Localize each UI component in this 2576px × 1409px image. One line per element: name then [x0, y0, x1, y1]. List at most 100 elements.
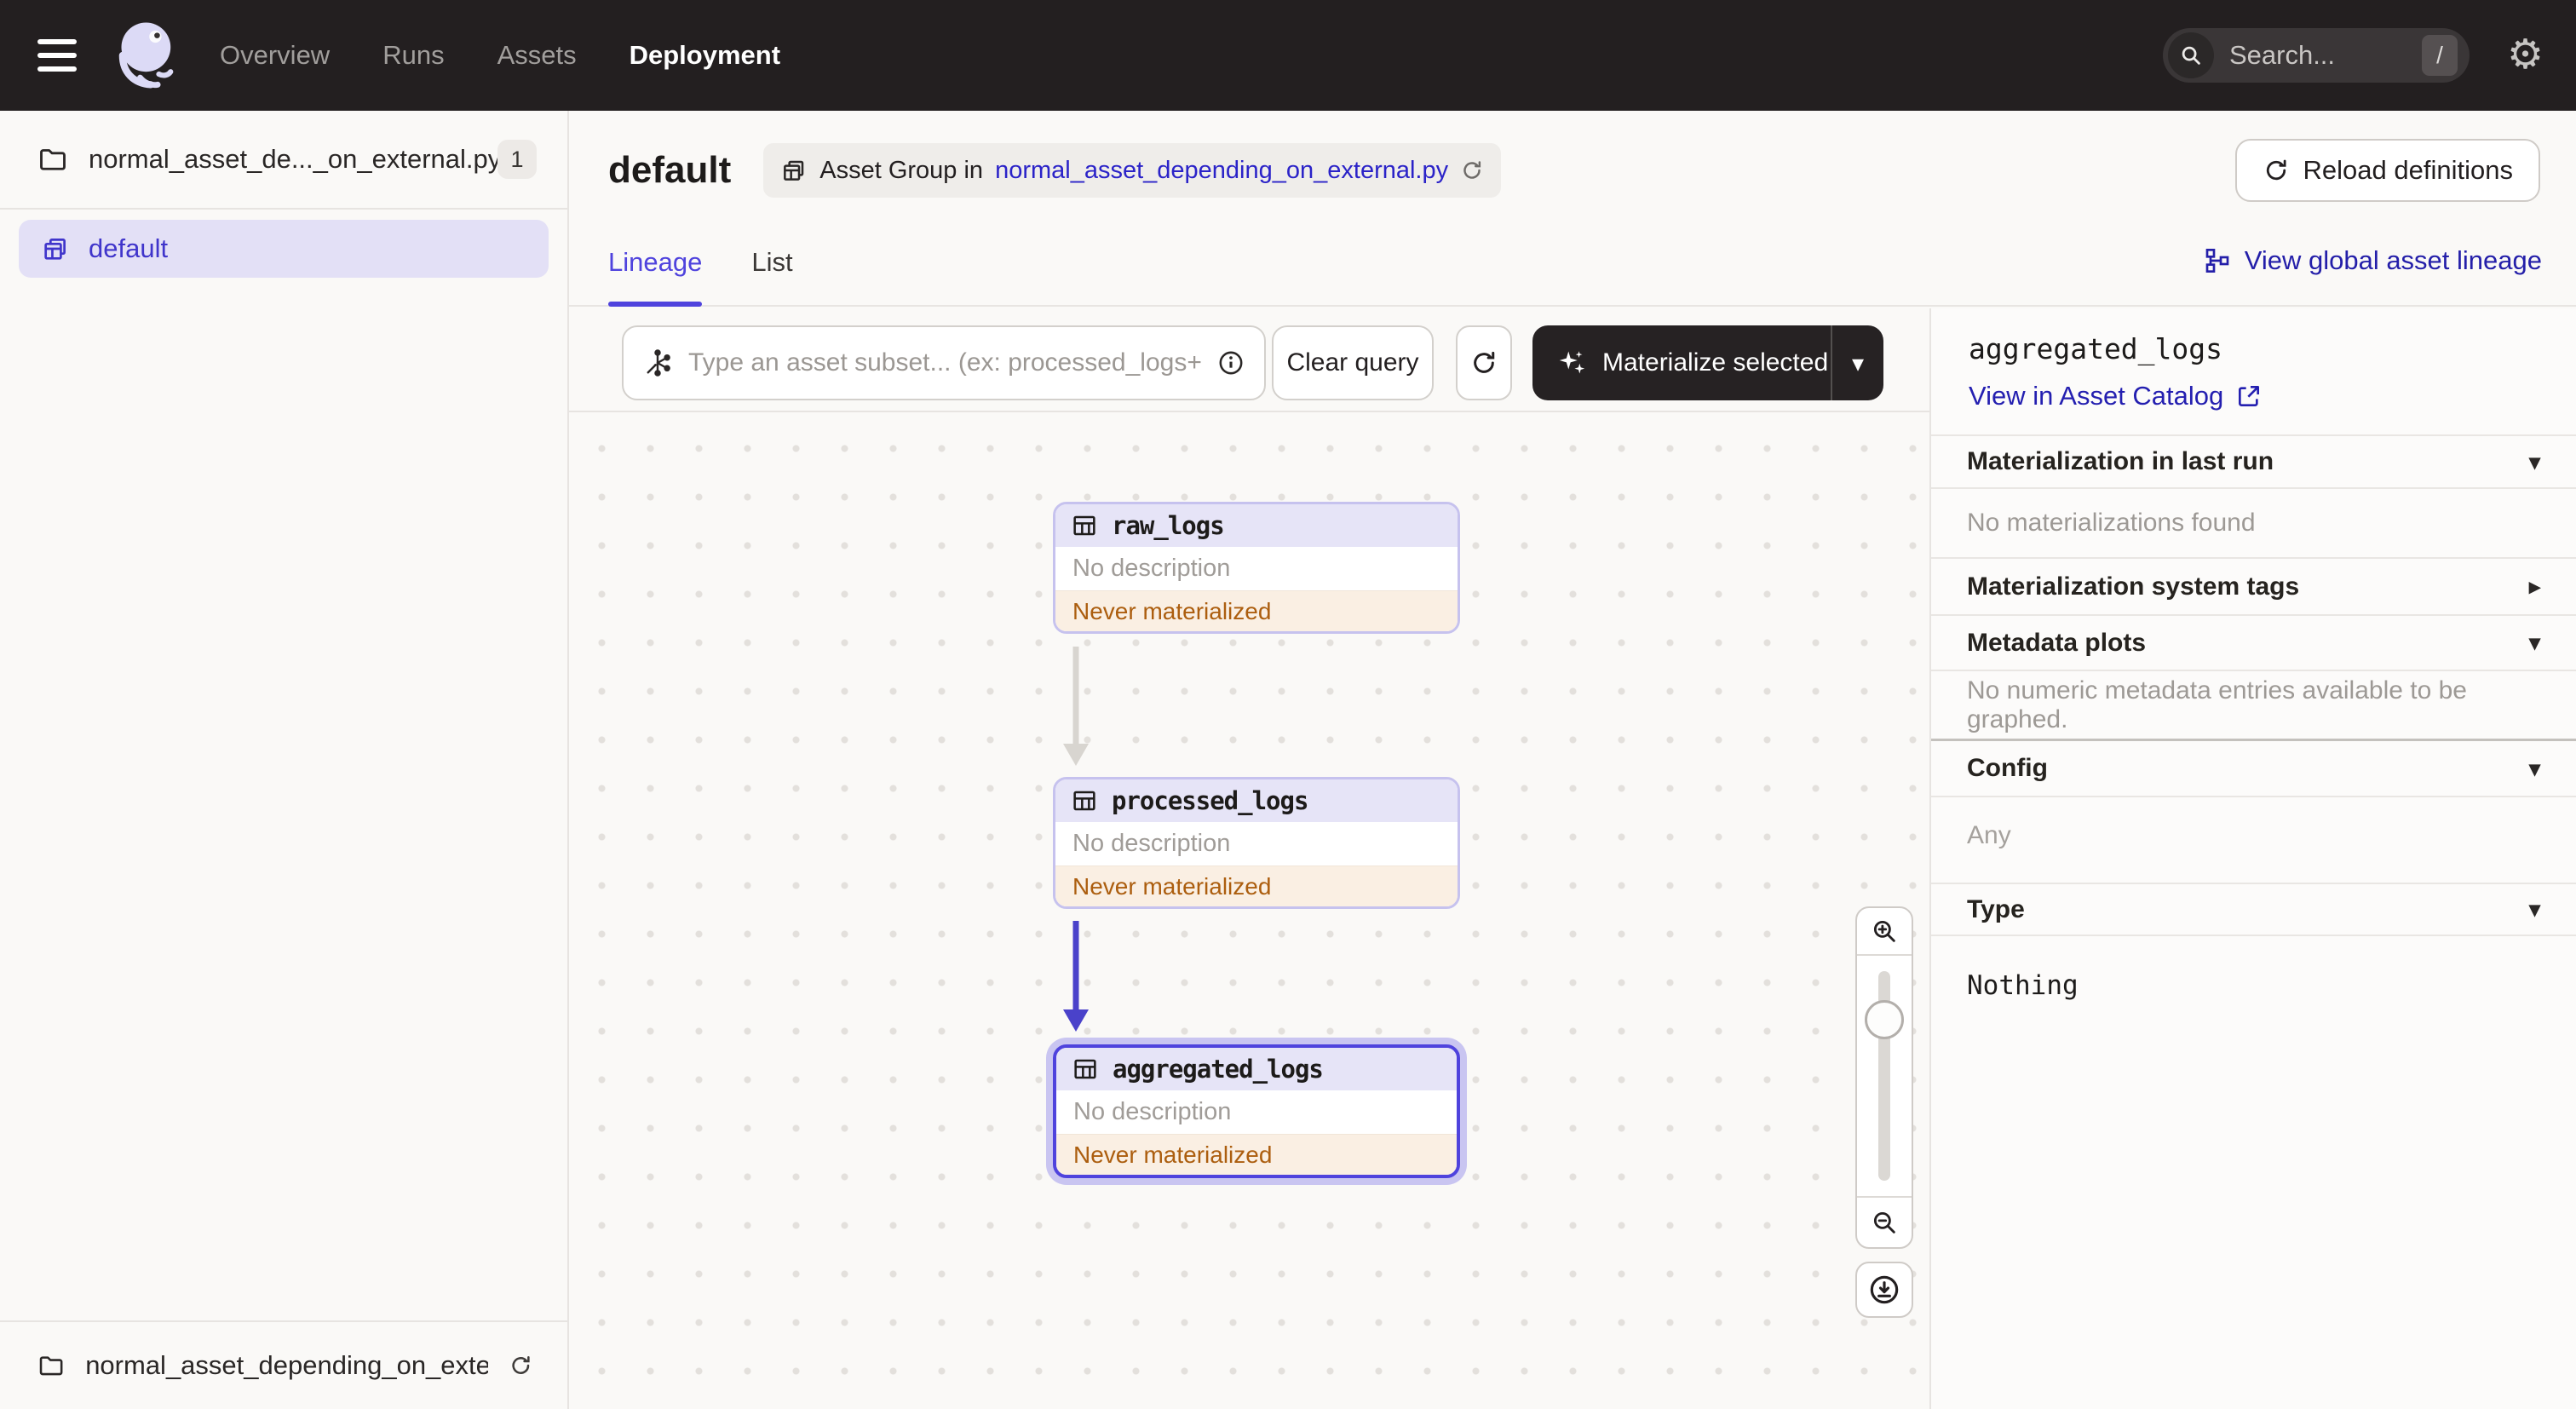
sidebar-repo-row[interactable]: normal_asset_de..._on_external.py 1 — [0, 111, 567, 210]
section-materialization-system-tags[interactable]: Materialization system tags ▸ — [1931, 557, 2576, 614]
type-value: Nothing — [1931, 935, 2576, 1001]
materialize-label: Materialize selected — [1602, 348, 1829, 377]
folder-icon — [40, 149, 66, 170]
info-icon[interactable] — [1216, 348, 1245, 377]
zoom-slider[interactable] — [1857, 956, 1912, 1196]
tab-list[interactable]: List — [751, 230, 792, 305]
global-lineage-label: View global asset lineage — [2244, 245, 2542, 275]
sidebar-item-default[interactable]: default — [19, 220, 549, 278]
reload-definitions-label: Reload definitions — [2303, 155, 2513, 185]
primary-nav: Overview Runs Assets Deployment — [220, 40, 780, 71]
nav-item-overview[interactable]: Overview — [220, 40, 330, 71]
tabs-row: Lineage List View global asset lineage — [569, 230, 2576, 307]
top-nav: Overview Runs Assets Deployment / ⚙ — [0, 0, 2576, 111]
config-value: Any — [1931, 796, 2576, 883]
reload-definitions-button[interactable]: Reload definitions — [2234, 139, 2540, 202]
asset-node-header: processed_logs — [1055, 779, 1458, 822]
section-label: Config — [1967, 754, 2048, 782]
no-materializations-text: No materializations found — [1931, 487, 2576, 557]
footer-repo-name: normal_asset_depending_on_extern... — [85, 1350, 489, 1380]
dagster-logo — [118, 22, 174, 89]
chip-prefix: Asset Group in — [819, 156, 984, 184]
zoom-in-button[interactable] — [1857, 908, 1912, 956]
nav-item-deployment[interactable]: Deployment — [630, 40, 780, 71]
repo-count-badge: 1 — [497, 140, 537, 179]
asset-node-description: No description — [1072, 830, 1231, 857]
graph-toolbar: Clear query Materialize selected ▾ — [569, 308, 1929, 412]
gear-icon[interactable]: ⚙ — [2507, 35, 2544, 76]
zoom-out-icon — [1873, 1211, 1895, 1234]
search-input[interactable] — [2228, 40, 2422, 71]
menu-icon[interactable] — [37, 39, 77, 72]
lineage-canvas[interactable]: raw_logs No description Never materializ… — [569, 414, 1929, 1409]
materialize-selected-button[interactable]: Materialize selected ▾ — [1532, 325, 1883, 400]
asset-node-header: aggregated_logs — [1056, 1048, 1457, 1090]
asset-query-box — [622, 325, 1266, 400]
section-config[interactable]: Config ▾ — [1931, 739, 2576, 796]
asset-node-name: processed_logs — [1112, 786, 1308, 815]
asset-details-panel: aggregated_logs View in Asset Catalog Ma… — [1931, 308, 2576, 1409]
chevron-down-icon: ▾ — [2528, 630, 2540, 655]
folder-icon — [39, 1356, 63, 1376]
view-global-asset-lineage-link[interactable]: View global asset lineage — [2204, 245, 2542, 276]
lineage-graph-icon — [2205, 249, 2229, 273]
refresh-graph-button[interactable] — [1456, 325, 1512, 400]
chevron-down-icon: ▾ — [2528, 755, 2540, 781]
view-in-asset-catalog-link[interactable]: View in Asset Catalog — [1969, 381, 2263, 411]
section-label: Type — [1967, 894, 2025, 923]
asset-node-name: raw_logs — [1112, 511, 1225, 540]
content: Clear query Materialize selected ▾ — [569, 308, 2576, 1409]
tab-lineage[interactable]: Lineage — [608, 230, 703, 307]
asset-node-aggregated_logs[interactable]: aggregated_logs No description Never mat… — [1053, 1044, 1460, 1178]
section-metadata-plots[interactable]: Metadata plots ▾ — [1931, 614, 2576, 670]
page-title: default — [608, 149, 732, 191]
repo-name: normal_asset_de..._on_external.py — [89, 144, 497, 174]
section-materialization-last-run[interactable]: Materialization in last run ▾ — [1931, 434, 2576, 487]
asset-node-header: raw_logs — [1055, 504, 1458, 547]
zoom-slider-handle[interactable] — [1865, 1000, 1904, 1039]
main-area: default Asset Group in normal_asset_depe… — [569, 111, 2576, 1409]
asset-node-description: No description — [1072, 555, 1231, 582]
external-link-icon — [2239, 386, 2260, 406]
sidebar: normal_asset_de..._on_external.py 1 defa… — [0, 111, 569, 1409]
nav-item-runs[interactable]: Runs — [382, 40, 444, 71]
download-image-button[interactable] — [1855, 1262, 1913, 1318]
details-header: aggregated_logs View in Asset Catalog — [1931, 308, 2576, 434]
asset-node-status: Never materialized — [1056, 1134, 1457, 1175]
section-label: Materialization system tags — [1967, 572, 2300, 601]
sidebar-footer: normal_asset_depending_on_extern... — [0, 1320, 567, 1409]
section-type[interactable]: Type ▾ — [1931, 883, 2576, 935]
sparkles-icon — [1559, 351, 1585, 374]
clear-query-button[interactable]: Clear query — [1272, 325, 1434, 400]
search-shortcut-badge: / — [2421, 35, 2458, 76]
asset-node-raw_logs[interactable]: raw_logs No description Never materializ… — [1053, 502, 1460, 634]
zoom-out-button[interactable] — [1857, 1196, 1912, 1247]
asset-node-description: No description — [1073, 1098, 1232, 1125]
zoom-controls — [1855, 906, 1913, 1249]
section-label: Metadata plots — [1967, 628, 2147, 657]
asset-group-icon — [44, 239, 66, 260]
reload-icon[interactable] — [509, 1352, 533, 1379]
table-icon — [1073, 515, 1095, 536]
main-header: default Asset Group in normal_asset_depe… — [569, 111, 2576, 230]
reload-icon — [1474, 351, 1495, 373]
chevron-down-icon[interactable]: ▾ — [1832, 325, 1883, 400]
search-box[interactable]: / — [2162, 28, 2470, 83]
nav-item-assets[interactable]: Assets — [497, 40, 577, 71]
reload-icon[interactable] — [1460, 158, 1484, 182]
download-icon — [1870, 1275, 1899, 1304]
chevron-right-icon: ▸ — [2528, 573, 2540, 599]
asset-node-name: aggregated_logs — [1113, 1055, 1324, 1084]
search-icon — [2167, 32, 2214, 78]
chevron-down-icon: ▾ — [2528, 896, 2540, 922]
asset-query-input[interactable] — [688, 348, 1201, 377]
edge-raw-to-processed — [1063, 647, 1089, 766]
asset-selector-icon — [647, 349, 670, 377]
asset-group-link[interactable]: normal_asset_depending_on_external.py — [995, 157, 1448, 185]
asset-node-processed_logs[interactable]: processed_logs No description Never mate… — [1053, 777, 1460, 909]
asset-group-icon — [784, 160, 804, 181]
chevron-down-icon: ▾ — [2528, 448, 2540, 474]
lineage-graph-pane: Clear query Materialize selected ▾ — [569, 308, 1931, 1409]
no-metadata-text: No numeric metadata entries available to… — [1931, 670, 2576, 739]
section-label: Materialization in last run — [1967, 447, 2274, 475]
